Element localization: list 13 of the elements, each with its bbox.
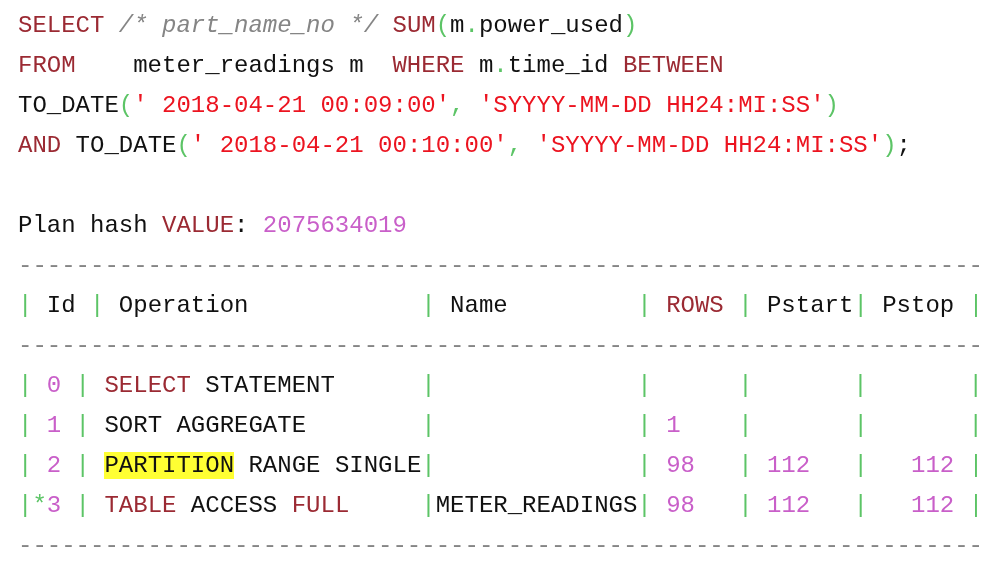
code-line: SELECT /* part_name_no */ SUM(m.power_used) [18, 11, 638, 41]
dashed-rule: ------------------------------------------------------------------- [18, 251, 983, 281]
dashed-rule: ------------------------------------------------------------------- [18, 531, 983, 561]
code-line: AND TO_DATE(' 2018-04-21 00:10:00', 'SYYYY-MM-DD HH24:MI:SS'); [18, 131, 911, 161]
code-line: Plan hash VALUE: 2075634019 [18, 211, 407, 241]
dashed-rule: ------------------------------------------------------------------- [18, 331, 983, 361]
code-line: | Id | Operation | Name | ROWS | Pstart| Pstop | [18, 291, 984, 321]
code-line: |*3 | TABLE ACCESS FULL |METER_READINGS| 98 | 112 | 112 | [18, 491, 984, 521]
code-line: | 2 | PARTITION RANGE SINGLE| | 98 | 112 | 112 | [18, 451, 984, 481]
code-line: TO_DATE(' 2018-04-21 00:09:00', 'SYYYY-MM-DD HH24:MI:SS') [18, 91, 839, 121]
code-line: | 0 | SELECT STATEMENT | | | | | [18, 371, 983, 401]
code-line: FROM meter_readings m WHERE m.time_id BETWEEN [18, 51, 724, 81]
code-line: | 1 | SORT AGGREGATE | | 1 | | | [18, 411, 983, 441]
